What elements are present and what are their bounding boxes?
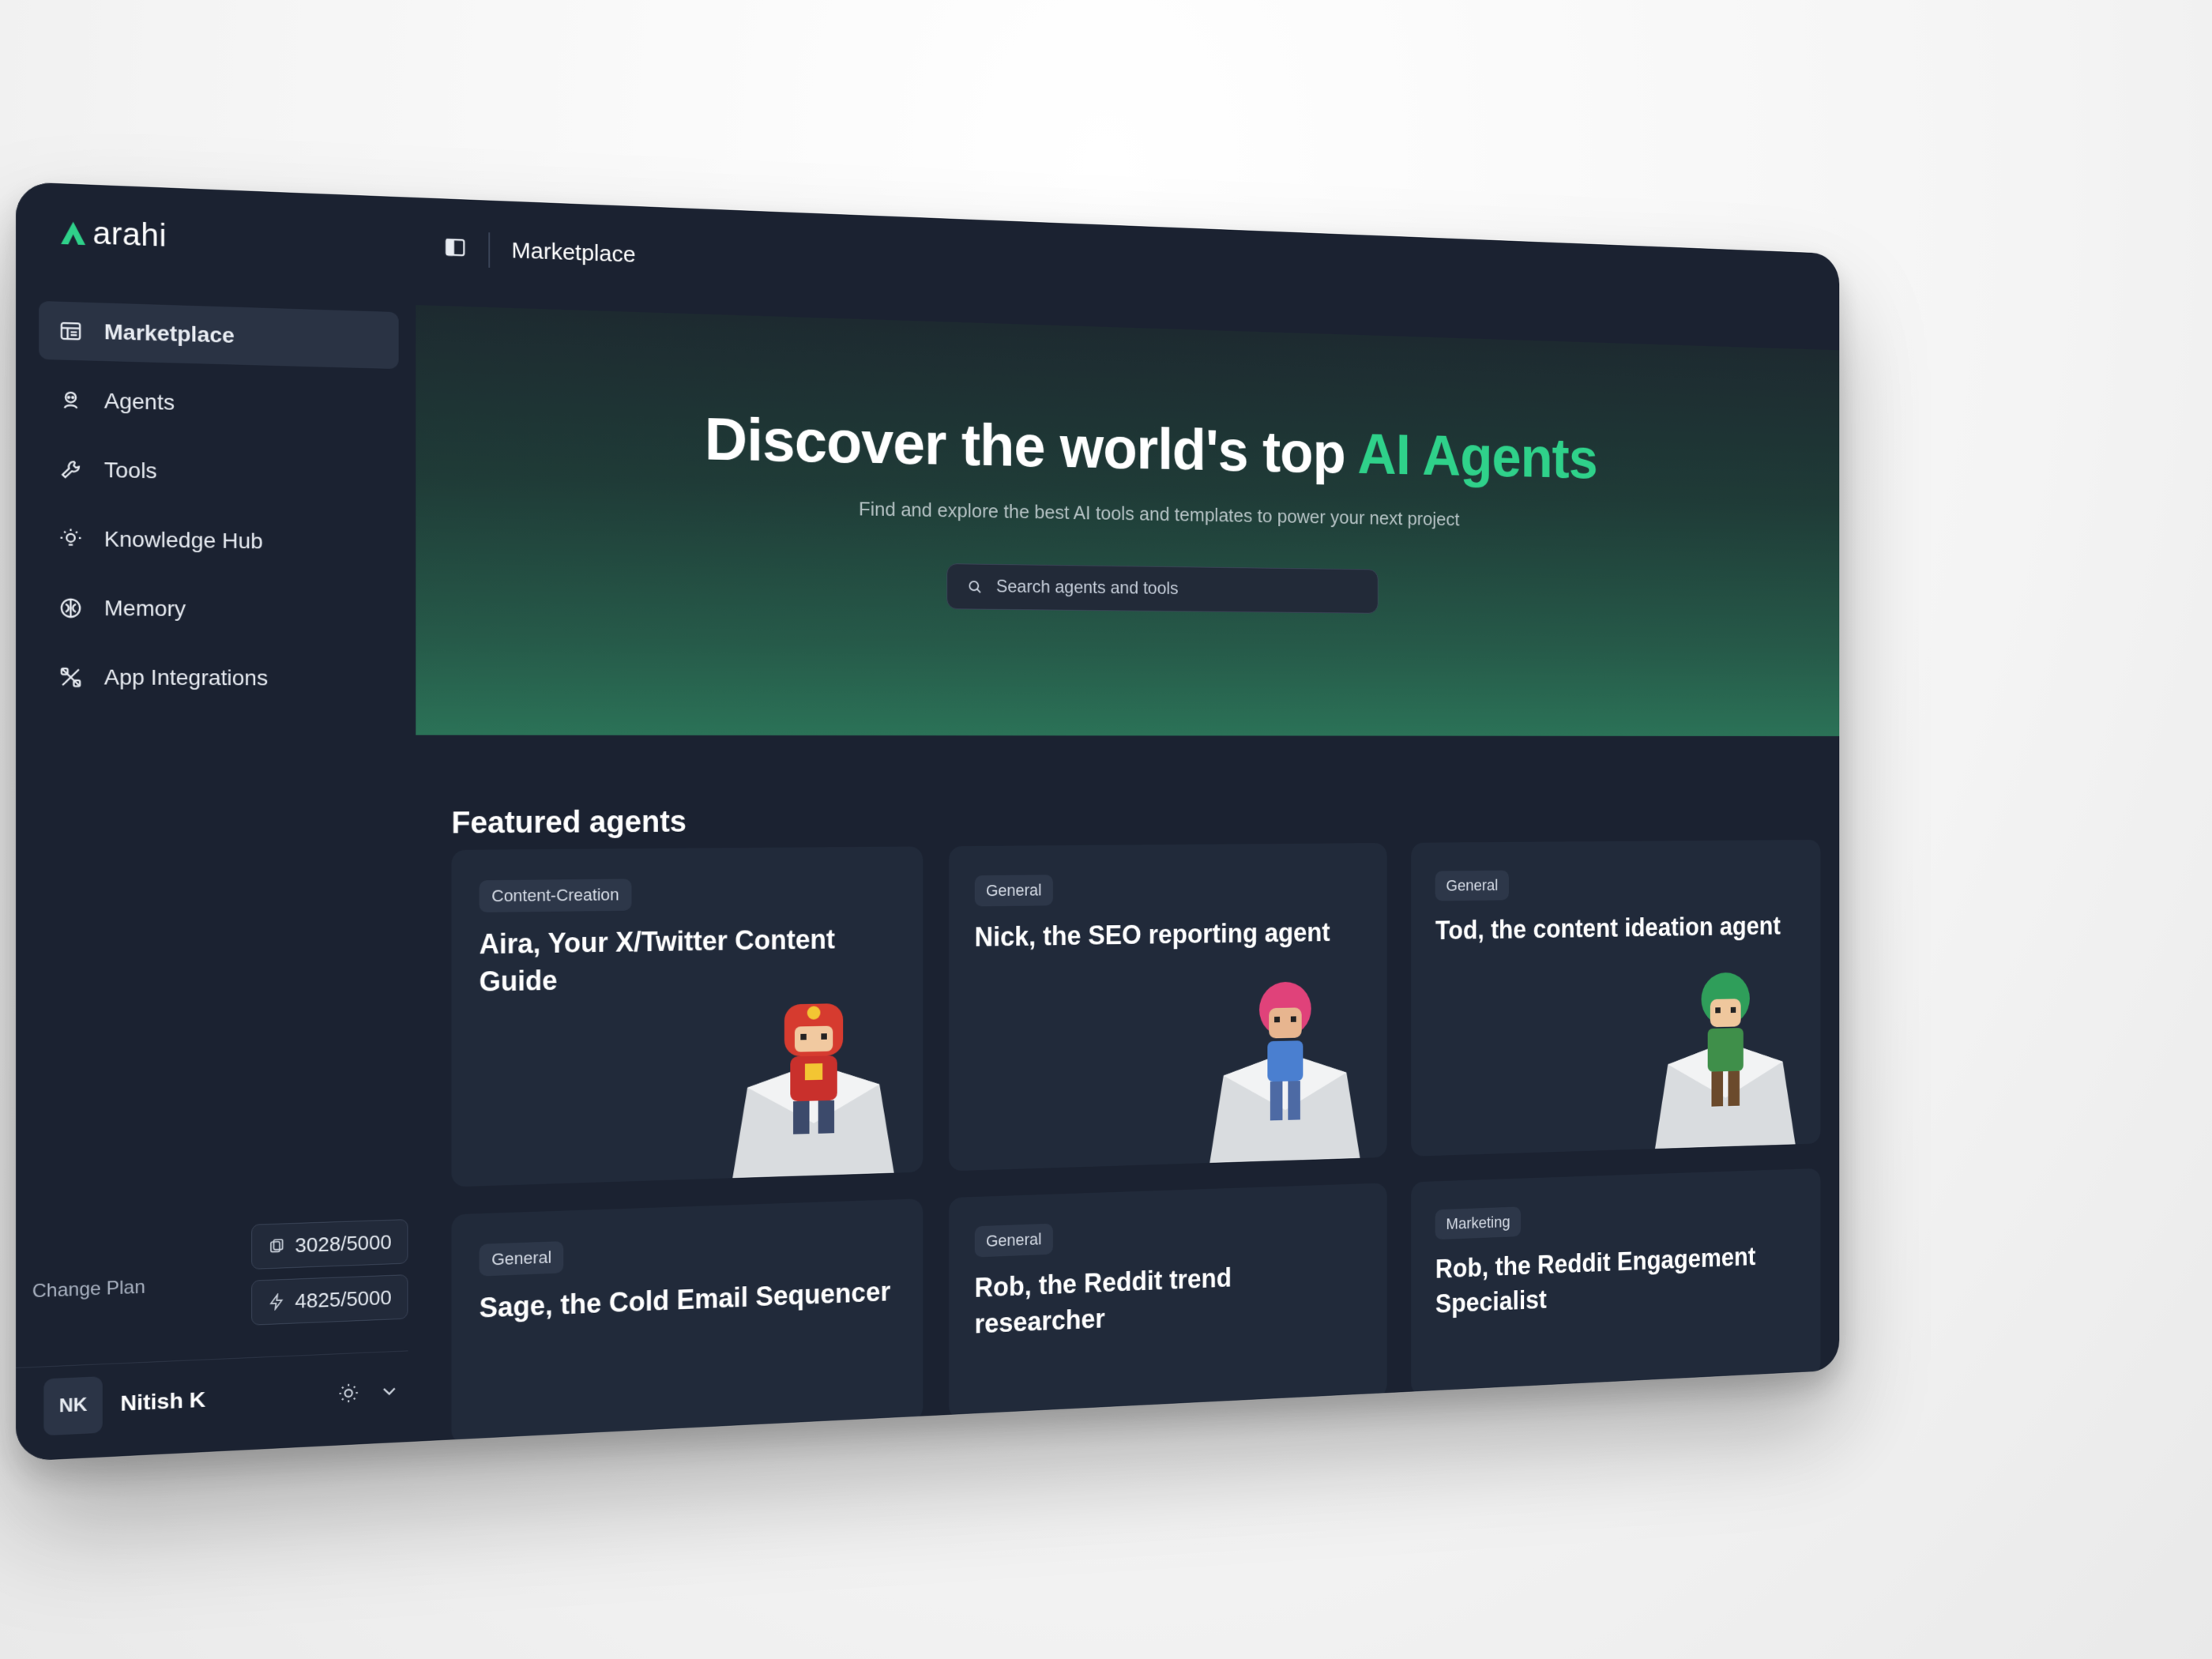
- agent-card-title: Rob, the Reddit Engagement Specialist: [1435, 1242, 1756, 1319]
- hero-title-text: Discover the world's top: [704, 404, 1358, 486]
- lightbulb-icon: [58, 527, 83, 551]
- bolt-icon: [268, 1293, 285, 1311]
- change-plan-link[interactable]: Change Plan: [32, 1277, 145, 1303]
- avatar: NK: [43, 1376, 103, 1436]
- backdrop: arahi Marketplace Agents Tools Knowledge…: [0, 0, 2212, 1659]
- sidebar-item-label: Marketplace: [103, 319, 235, 348]
- agent-card[interactable]: Marketing Rob, the Reddit Engagement Spe…: [1411, 1168, 1821, 1397]
- featured-agents-grid: Content-Creation Aira, Your X/Twitter Co…: [451, 839, 1821, 1445]
- main-content: Marketplace Discover the world's top AI …: [416, 198, 1840, 1445]
- category-badge: General: [974, 875, 1053, 907]
- sidebar-item-agents[interactable]: Agents: [39, 371, 398, 437]
- hero-title-accent: AI Agents: [1357, 421, 1597, 491]
- hero-title: Discover the world's top AI Agents: [416, 397, 1839, 497]
- green-haired-character-illustration: [1654, 972, 1796, 1149]
- integrations-icon: [58, 665, 83, 689]
- credits-usage-badge: 3028/5000: [251, 1219, 408, 1270]
- runs-usage-badge: 4825/5000: [251, 1274, 408, 1326]
- agent-card[interactable]: General Sage, the Cold Email Sequencer: [451, 1198, 923, 1445]
- app-window: arahi Marketplace Agents Tools Knowledge…: [16, 182, 1840, 1462]
- chevron-down-icon[interactable]: [378, 1380, 401, 1403]
- agent-illustration: [702, 972, 923, 1179]
- user-name: Nitish K: [120, 1387, 206, 1416]
- credits-icon: [268, 1237, 285, 1255]
- red-armored-hero-illustration: [732, 1003, 894, 1179]
- featured-agents-heading: Featured agents: [451, 805, 687, 841]
- sidebar-item-label: App Integrations: [103, 664, 269, 690]
- agent-card-title: Nick, the SEO reporting agent: [974, 917, 1330, 953]
- hero-banner: Discover the world's top AI Agents Find …: [416, 305, 1840, 736]
- user-controls: [337, 1380, 400, 1405]
- agent-card[interactable]: General Rob, the Reddit trend researcher: [948, 1183, 1387, 1420]
- agent-card[interactable]: General Tod, the content ideation agent: [1411, 839, 1821, 1157]
- wrench-icon: [58, 457, 83, 481]
- credits-usage-value: 3028/5000: [295, 1229, 392, 1257]
- agent-illustration: [1629, 957, 1820, 1149]
- sidebar-item-label: Agents: [103, 388, 175, 415]
- user-menu[interactable]: NK Nitish K: [43, 1362, 400, 1436]
- sidebar-item-label: Tools: [103, 457, 157, 483]
- sidebar-item-tools[interactable]: Tools: [39, 440, 398, 505]
- search-input[interactable]: [995, 575, 1360, 603]
- sidebar-item-label: Memory: [103, 596, 186, 621]
- brand-logo[interactable]: arahi: [58, 215, 167, 254]
- category-badge: General: [479, 1241, 564, 1277]
- sidebar-item-knowledge-hub[interactable]: Knowledge Hub: [39, 509, 398, 572]
- sidebar-toggle-button[interactable]: [444, 235, 467, 262]
- agent-card-title: Sage, the Cold Email Sequencer: [479, 1276, 891, 1324]
- hero-subtitle: Find and explore the best AI tools and t…: [859, 497, 1460, 530]
- sidebar-item-label: Knowledge Hub: [103, 526, 263, 554]
- pink-haired-character-illustration: [1209, 981, 1360, 1163]
- runs-usage-value: 4825/5000: [295, 1285, 392, 1313]
- brand-name: arahi: [92, 216, 167, 254]
- agent-card[interactable]: General Nick, the SEO reporting agent: [948, 843, 1387, 1172]
- page-title: Marketplace: [511, 238, 636, 268]
- agent-icon: [58, 388, 83, 412]
- search-bar: [946, 563, 1379, 614]
- usage-panel: Change Plan 3028/5000 4825/5000: [32, 1219, 408, 1342]
- category-badge: General: [974, 1223, 1053, 1258]
- sidebar-item-marketplace[interactable]: Marketplace: [39, 300, 399, 370]
- sidebar-nav: Marketplace Agents Tools Knowledge Hub M…: [39, 300, 399, 718]
- brain-icon: [58, 596, 83, 620]
- category-badge: Marketing: [1435, 1206, 1521, 1240]
- sidebar: arahi Marketplace Agents Tools Knowledge…: [16, 182, 416, 1462]
- category-badge: General: [1435, 870, 1509, 901]
- sidebar-item-app-integrations[interactable]: App Integrations: [39, 648, 398, 707]
- agent-card-title: Rob, the Reddit trend researcher: [974, 1262, 1232, 1339]
- agent-illustration: [1182, 965, 1386, 1164]
- sidebar-item-memory[interactable]: Memory: [39, 578, 398, 639]
- search-icon: [966, 577, 984, 596]
- topbar-divider: [488, 232, 491, 268]
- agent-card[interactable]: Content-Creation Aira, Your X/Twitter Co…: [451, 846, 923, 1187]
- category-badge: Content-Creation: [479, 878, 632, 912]
- layout-icon: [58, 319, 83, 344]
- arahi-logo-icon: [61, 220, 86, 245]
- sidebar-toggle-icon: [444, 235, 467, 258]
- sun-icon[interactable]: [337, 1382, 359, 1405]
- agent-card-title: Tod, the content ideation agent: [1435, 911, 1781, 946]
